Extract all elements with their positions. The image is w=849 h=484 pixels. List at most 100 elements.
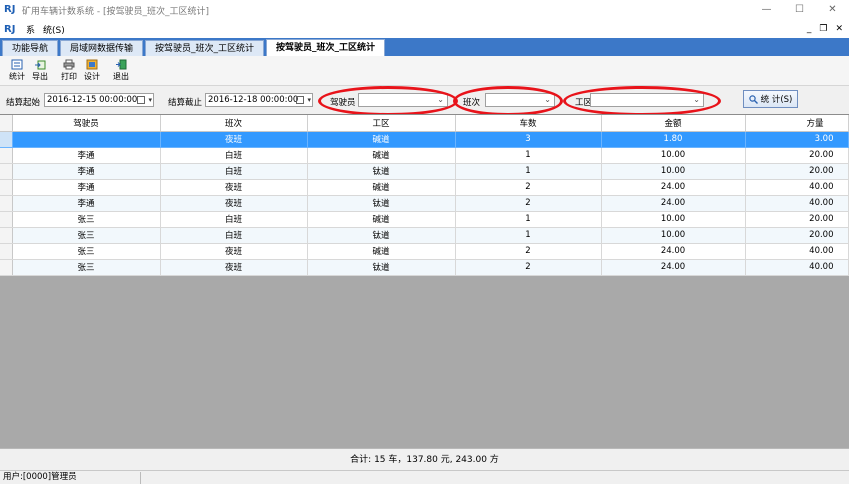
stats-tool-button[interactable]: 统计 — [6, 59, 28, 82]
maximize-button[interactable]: ☐ — [783, 0, 816, 20]
cell-driver[interactable] — [12, 131, 161, 148]
table-row[interactable]: 张三 夜班 碱道 2 24.00 40.00 — [0, 243, 849, 260]
tab-driver-shift-area-stats-active[interactable]: 按驾驶员_班次_工区统计 — [266, 39, 386, 56]
cell-driver[interactable]: 张三 — [12, 243, 161, 260]
table-row[interactable]: 张三 白班 钛道 1 10.00 20.00 — [0, 227, 849, 244]
cell-count[interactable]: 2 — [455, 259, 602, 276]
cell-volume[interactable]: 3.00 — [745, 131, 849, 148]
cell-area[interactable]: 碱道 — [307, 211, 456, 228]
cell-shift[interactable]: 夜班 — [160, 131, 308, 148]
cell-driver[interactable]: 张三 — [12, 211, 161, 228]
cell-count[interactable]: 2 — [455, 195, 602, 212]
cell-driver[interactable]: 李通 — [12, 195, 161, 212]
cell-driver[interactable]: 张三 — [12, 259, 161, 276]
cell-shift[interactable]: 白班 — [160, 211, 308, 228]
cell-amount[interactable]: 24.00 — [601, 179, 746, 196]
cell-amount[interactable]: 1.80 — [601, 131, 746, 148]
cell-area[interactable]: 碱道 — [307, 243, 456, 260]
cell-volume[interactable]: 40.00 — [745, 243, 849, 260]
tab-lan-transfer[interactable]: 局域网数据传输 — [60, 40, 144, 56]
cell-volume[interactable]: 20.00 — [745, 163, 849, 180]
cell-volume[interactable]: 40.00 — [745, 259, 849, 276]
cell-area[interactable]: 钛道 — [307, 195, 456, 212]
cell-amount[interactable]: 24.00 — [601, 243, 746, 260]
column-header-amount[interactable]: 金额 — [601, 115, 746, 132]
end-date-picker[interactable]: 2016-12-18 00:00:00 ▾ — [205, 93, 313, 107]
cell-volume[interactable]: 20.00 — [745, 147, 849, 164]
table-row[interactable]: 李通 夜班 碱道 2 24.00 40.00 — [0, 179, 849, 196]
table-row[interactable]: 张三 夜班 钛道 2 24.00 40.00 — [0, 259, 849, 276]
export-tool-button[interactable]: 导出 — [29, 59, 51, 82]
cell-driver[interactable]: 李通 — [12, 163, 161, 180]
row-header[interactable] — [0, 195, 13, 212]
table-row[interactable]: 李通 白班 碱道 1 10.00 20.00 — [0, 147, 849, 164]
table-row[interactable]: 李通 夜班 钛道 2 24.00 40.00 — [0, 195, 849, 212]
exit-tool-button[interactable]: 退出 — [110, 59, 132, 82]
cell-shift[interactable]: 夜班 — [160, 195, 308, 212]
cell-amount[interactable]: 24.00 — [601, 195, 746, 212]
cell-amount[interactable]: 10.00 — [601, 163, 746, 180]
column-header-driver[interactable]: 驾驶员 — [12, 115, 161, 132]
cell-driver[interactable]: 李通 — [12, 179, 161, 196]
cell-amount[interactable]: 24.00 — [601, 259, 746, 276]
cell-amount[interactable]: 10.00 — [601, 227, 746, 244]
row-header[interactable] — [0, 179, 13, 196]
mdi-minimize-button[interactable]: _ — [807, 24, 812, 34]
minimize-button[interactable]: — — [750, 0, 783, 20]
menu-item-system-1[interactable]: 系 — [26, 23, 35, 36]
row-header[interactable] — [0, 243, 13, 260]
column-header-volume[interactable]: 方量 — [745, 115, 849, 132]
design-tool-button[interactable]: 设计 — [81, 59, 103, 82]
cell-shift[interactable]: 白班 — [160, 147, 308, 164]
cell-shift[interactable]: 白班 — [160, 163, 308, 180]
column-header-count[interactable]: 车数 — [455, 115, 602, 132]
row-header[interactable] — [0, 163, 13, 180]
cell-count[interactable]: 1 — [455, 227, 602, 244]
shift-select[interactable]: ⌄ — [485, 93, 555, 107]
cell-count[interactable]: 1 — [455, 163, 602, 180]
cell-count[interactable]: 2 — [455, 179, 602, 196]
table-row[interactable]: 张三 白班 碱道 1 10.00 20.00 — [0, 211, 849, 228]
driver-select[interactable]: ⌄ — [358, 93, 448, 107]
cell-area[interactable]: 碱道 — [307, 179, 456, 196]
cell-shift[interactable]: 夜班 — [160, 243, 308, 260]
column-header-area[interactable]: 工区 — [307, 115, 456, 132]
row-header[interactable] — [0, 147, 13, 164]
table-row[interactable]: 夜班 碱道 3 1.80 3.00 — [0, 131, 849, 148]
mdi-restore-button[interactable]: ❐ — [819, 24, 827, 34]
tab-function-nav[interactable]: 功能导航 — [2, 40, 59, 56]
cell-volume[interactable]: 20.00 — [745, 227, 849, 244]
mdi-close-button[interactable]: ✕ — [835, 24, 843, 34]
row-header[interactable] — [0, 227, 13, 244]
cell-count[interactable]: 2 — [455, 243, 602, 260]
cell-area[interactable]: 钛道 — [307, 227, 456, 244]
row-header[interactable] — [0, 211, 13, 228]
cell-volume[interactable]: 20.00 — [745, 211, 849, 228]
cell-volume[interactable]: 40.00 — [745, 195, 849, 212]
print-tool-button[interactable]: 打印 — [58, 59, 80, 82]
cell-area[interactable]: 碱道 — [307, 147, 456, 164]
table-row[interactable]: 李通 白班 钛道 1 10.00 20.00 — [0, 163, 849, 180]
cell-count[interactable]: 3 — [455, 131, 602, 148]
cell-shift[interactable]: 白班 — [160, 227, 308, 244]
area-select[interactable]: ⌄ — [590, 93, 704, 107]
menu-item-system-2[interactable]: 统(S) — [43, 23, 65, 36]
cell-driver[interactable]: 李通 — [12, 147, 161, 164]
row-header[interactable] — [0, 131, 13, 148]
cell-driver[interactable]: 张三 — [12, 227, 161, 244]
cell-shift[interactable]: 夜班 — [160, 259, 308, 276]
stats-button[interactable]: 统 计(S) — [743, 90, 798, 108]
column-header-shift[interactable]: 班次 — [160, 115, 308, 132]
cell-area[interactable]: 钛道 — [307, 259, 456, 276]
start-date-picker[interactable]: 2016-12-15 00:00:00 ▾ — [44, 93, 154, 107]
close-button[interactable]: ✕ — [816, 0, 849, 20]
cell-area[interactable]: 钛道 — [307, 163, 456, 180]
cell-shift[interactable]: 夜班 — [160, 179, 308, 196]
cell-count[interactable]: 1 — [455, 211, 602, 228]
cell-area[interactable]: 碱道 — [307, 131, 456, 148]
cell-volume[interactable]: 40.00 — [745, 179, 849, 196]
cell-count[interactable]: 1 — [455, 147, 602, 164]
tab-driver-shift-area-stats[interactable]: 按驾驶员_班次_工区统计 — [145, 40, 265, 56]
cell-amount[interactable]: 10.00 — [601, 211, 746, 228]
row-header[interactable] — [0, 259, 13, 276]
